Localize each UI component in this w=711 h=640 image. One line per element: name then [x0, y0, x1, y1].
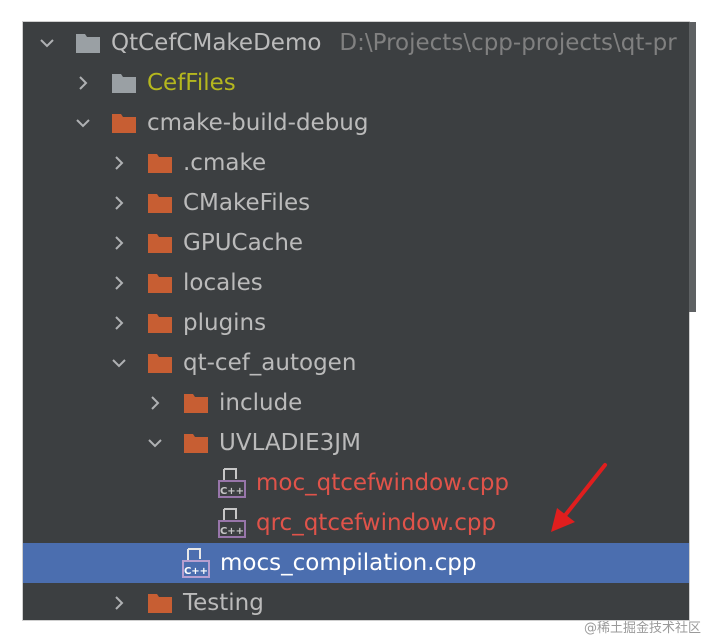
- folder-icon: [147, 312, 173, 334]
- chevron-down-icon[interactable]: [37, 33, 57, 53]
- chevron-right-icon[interactable]: [109, 193, 129, 213]
- folder-icon: [147, 352, 173, 374]
- folder-icon: [111, 72, 137, 94]
- cpp-file-icon: C++: [182, 547, 212, 579]
- tree-item-label: UVLADIE3JM: [219, 430, 361, 456]
- project-path: D:\Projects\cpp-projects\qt-pr: [339, 30, 677, 56]
- folder-icon: [183, 392, 209, 414]
- chevron-right-icon[interactable]: [73, 73, 93, 93]
- tree-item-label: CMakeFiles: [183, 190, 311, 216]
- tree-item-label: moc_qtcefwindow.cpp: [256, 470, 510, 496]
- tree-item-label: plugins: [183, 310, 267, 336]
- svg-text:C++: C++: [184, 566, 208, 577]
- tree-item-label: qt-cef_autogen: [183, 350, 357, 376]
- folder-icon: [147, 152, 173, 174]
- tree-item-dot-cmake[interactable]: .cmake: [23, 143, 689, 183]
- vertical-scrollbar[interactable]: [689, 22, 696, 312]
- svg-text:C++: C++: [220, 486, 244, 497]
- folder-icon: [147, 232, 173, 254]
- cpp-file-icon: C++: [218, 507, 248, 539]
- tree-item-label: .cmake: [183, 150, 267, 176]
- tree-item-mocs-compilation[interactable]: C++ mocs_compilation.cpp: [23, 543, 689, 583]
- folder-icon: [147, 592, 173, 614]
- tree-item-plugins[interactable]: plugins: [23, 303, 689, 343]
- chevron-right-icon[interactable]: [109, 313, 129, 333]
- chevron-down-icon[interactable]: [73, 113, 93, 133]
- folder-icon: [183, 432, 209, 454]
- tree-item-label: locales: [183, 270, 263, 296]
- tree-item-root[interactable]: QtCefCMakeDemo D:\Projects\cpp-projects\q…: [23, 23, 689, 63]
- tree-item-testing[interactable]: Testing: [23, 583, 689, 620]
- tree-item-label: GPUCache: [183, 230, 304, 256]
- tree-item-label: qrc_qtcefwindow.cpp: [256, 510, 497, 536]
- tree-item-label: mocs_compilation.cpp: [220, 550, 477, 576]
- folder-icon: [75, 32, 101, 54]
- tree-item-ceffiles[interactable]: CefFiles: [23, 63, 689, 103]
- tree-item-qt-cef-autogen[interactable]: qt-cef_autogen: [23, 343, 689, 383]
- cpp-file-icon: C++: [218, 467, 248, 499]
- tree-item-label: cmake-build-debug: [147, 110, 369, 136]
- folder-icon: [147, 192, 173, 214]
- chevron-down-icon[interactable]: [109, 353, 129, 373]
- tree-item-include[interactable]: include: [23, 383, 689, 423]
- tree-item-locales[interactable]: locales: [23, 263, 689, 303]
- chevron-down-icon[interactable]: [145, 433, 165, 453]
- annotation-arrow-icon: [551, 463, 607, 532]
- chevron-right-icon[interactable]: [109, 153, 129, 173]
- tree-item-cmake-build-debug[interactable]: cmake-build-debug: [23, 103, 689, 143]
- chevron-right-icon[interactable]: [109, 233, 129, 253]
- tree-item-label: include: [219, 390, 303, 416]
- tree-item-cmakefiles[interactable]: CMakeFiles: [23, 183, 689, 223]
- tree-item-gpucache[interactable]: GPUCache: [23, 223, 689, 263]
- chevron-right-icon[interactable]: [109, 273, 129, 293]
- chevron-right-icon[interactable]: [109, 593, 129, 613]
- svg-text:C++: C++: [220, 526, 244, 537]
- tree-item-uvladie3jm[interactable]: UVLADIE3JM: [23, 423, 689, 463]
- tree-item-label: QtCefCMakeDemo: [111, 30, 322, 56]
- folder-icon: [147, 272, 173, 294]
- chevron-right-icon[interactable]: [145, 393, 165, 413]
- watermark: @稀土掘金技术社区: [583, 621, 701, 636]
- tree-item-label: CefFiles: [147, 70, 236, 96]
- tree-item-label: Testing: [183, 590, 264, 616]
- folder-icon: [111, 112, 137, 134]
